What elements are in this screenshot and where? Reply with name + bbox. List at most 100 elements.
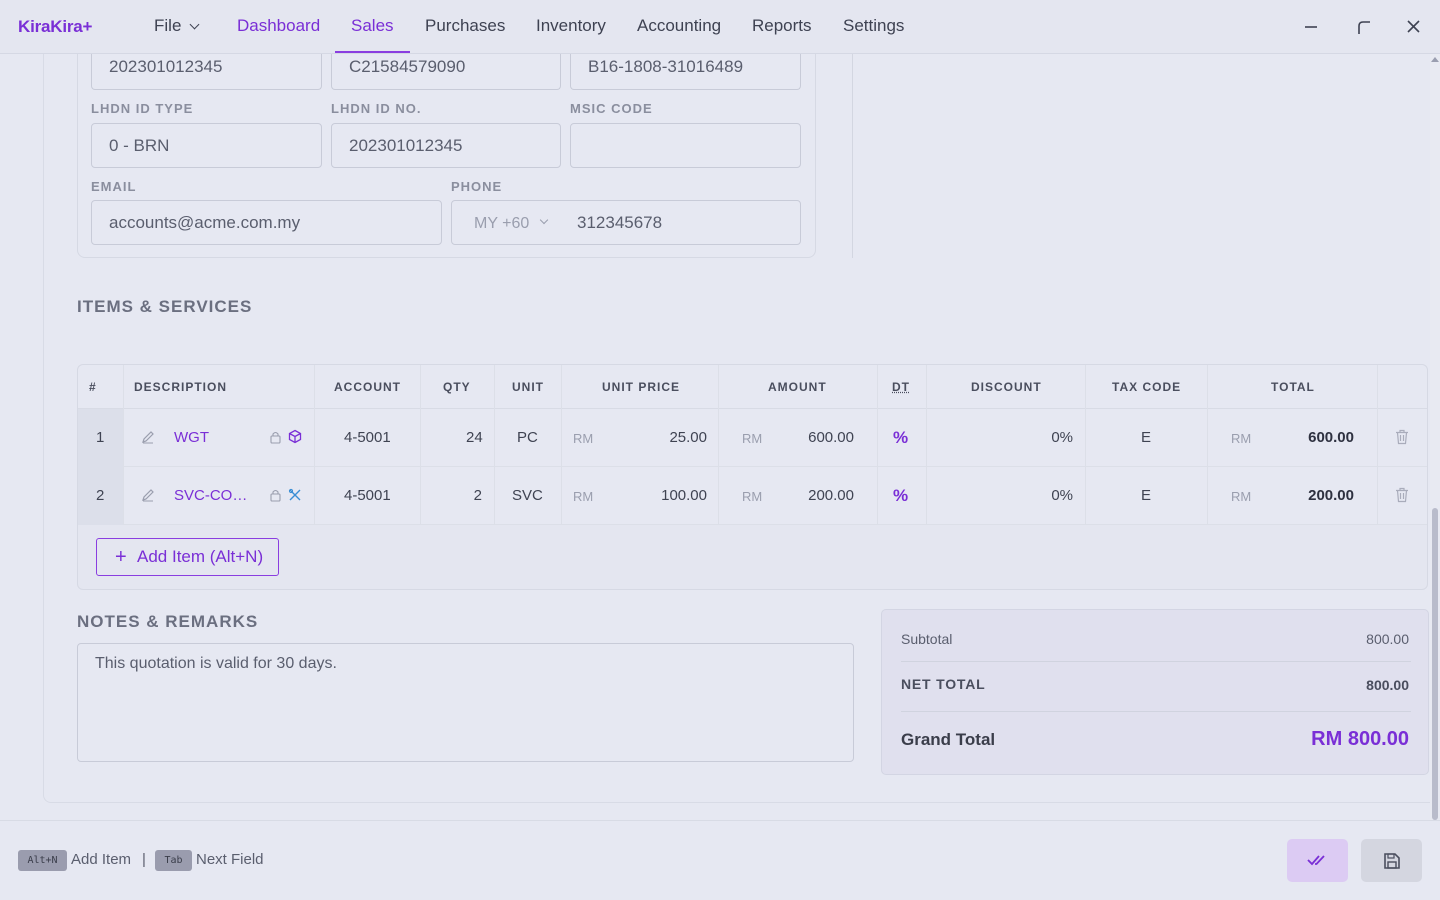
save-button[interactable]: [1361, 839, 1422, 882]
double-check-icon: [1307, 855, 1325, 866]
item-tax-code[interactable]: E: [1141, 487, 1151, 504]
phone-country-select[interactable]: MY +60: [474, 202, 529, 245]
col-header-discount: DISCOUNT: [971, 380, 1042, 394]
shortcut-hint-add-item: Add Item: [71, 851, 132, 868]
tin-field[interactable]: C21584579090: [331, 54, 561, 90]
items-table: # DESCRIPTION ACCOUNT QTY UNIT UNIT PRIC…: [77, 364, 1428, 590]
row-number: 1: [96, 429, 105, 446]
email-field[interactable]: accounts@acme.com.my: [91, 200, 442, 245]
menu-settings[interactable]: Settings: [843, 16, 904, 36]
phone-number-field[interactable]: 312345678: [577, 201, 662, 244]
save-icon: [1384, 853, 1400, 869]
column-divider: [1377, 365, 1378, 525]
minimize-button[interactable]: [1299, 14, 1323, 38]
app-logo: KiraKira+: [18, 17, 93, 36]
chevron-down-icon: [189, 19, 200, 30]
item-account[interactable]: 4-5001: [344, 487, 391, 504]
col-header-unit-price: UNIT PRICE: [602, 380, 681, 394]
package-icon: [288, 429, 302, 444]
lhdn-id-type-select[interactable]: 0 - BRN: [91, 123, 322, 168]
lock-icon: [270, 489, 281, 502]
notes-textarea[interactable]: This quotation is valid for 30 days.: [77, 643, 854, 762]
restore-icon: [1358, 21, 1370, 34]
amount-currency: RM: [742, 489, 763, 504]
notes-section-title: NOTES & REMARKS: [77, 612, 259, 631]
finalize-button[interactable]: [1287, 839, 1348, 882]
menu-file-label: File: [154, 16, 182, 35]
menu-dashboard[interactable]: Dashboard: [237, 16, 320, 36]
table-row[interactable]: 1 WGT 4-5001 24 PC RM 25.00 RM 600.00 % …: [78, 409, 1427, 467]
net-total-label: NET TOTAL: [901, 676, 986, 692]
edit-icon[interactable]: [141, 488, 155, 502]
item-tax-code[interactable]: E: [1141, 429, 1151, 446]
total-currency: RM: [1231, 489, 1252, 504]
edit-icon[interactable]: [141, 430, 155, 444]
col-header-qty: QTY: [443, 380, 471, 394]
lhdn-id-type-label: LHDN ID TYPE: [91, 101, 194, 116]
menu-inventory[interactable]: Inventory: [536, 16, 606, 36]
col-header-num: #: [89, 380, 97, 394]
minimize-icon: [1305, 26, 1317, 28]
item-discount[interactable]: 0%: [1023, 429, 1073, 446]
item-account[interactable]: 4-5001: [344, 429, 391, 446]
sst-field[interactable]: B16-1808-31016489: [570, 54, 801, 90]
item-unit-price[interactable]: 25.00: [638, 429, 707, 446]
trash-icon[interactable]: [1395, 487, 1409, 503]
msic-code-field[interactable]: [570, 123, 801, 168]
item-total: 200.00: [1308, 487, 1354, 504]
amount-currency: RM: [742, 431, 763, 446]
item-unit[interactable]: PC: [517, 429, 538, 446]
column-divider: [494, 365, 495, 525]
column-divider: [420, 365, 421, 525]
discount-type-toggle[interactable]: %: [893, 486, 908, 506]
scrollbar-thumb[interactable]: [1432, 508, 1438, 820]
maximize-button[interactable]: [1352, 14, 1376, 38]
close-button[interactable]: [1402, 14, 1426, 38]
lhdn-id-no-field[interactable]: 202301012345: [331, 123, 561, 168]
item-unit-price[interactable]: 100.00: [638, 487, 707, 504]
menu-file[interactable]: File: [154, 16, 200, 36]
lhdn-id-no-label: LHDN ID NO.: [331, 101, 422, 116]
registration-no-field[interactable]: 202301012345: [91, 54, 322, 90]
column-divider: [1085, 365, 1086, 525]
discount-type-toggle[interactable]: %: [893, 428, 908, 448]
grand-total-label: Grand Total: [901, 730, 996, 749]
subtotal-label: Subtotal: [901, 631, 953, 647]
column-divider: [561, 365, 562, 525]
item-description-link[interactable]: SVC-CO…: [174, 487, 247, 504]
phone-field-group: MY +60 312345678: [451, 200, 801, 245]
item-qty[interactable]: 2: [466, 487, 482, 504]
trash-icon[interactable]: [1395, 429, 1409, 445]
column-divider: [123, 365, 124, 525]
menu-purchases[interactable]: Purchases: [425, 16, 505, 36]
item-description-link[interactable]: WGT: [174, 429, 209, 446]
total-currency: RM: [1231, 431, 1252, 446]
menu-sales[interactable]: Sales: [351, 16, 394, 36]
item-amount: 200.00: [808, 487, 854, 504]
col-header-total: TOTAL: [1271, 380, 1315, 394]
grand-total-value: RM 800.00: [1311, 728, 1409, 750]
col-header-discount-type: DT: [892, 380, 910, 394]
service-tools-icon: [288, 488, 301, 501]
item-qty[interactable]: 24: [466, 429, 483, 446]
table-row[interactable]: 2 SVC-CO… 4-5001 2 SVC RM 100.00 RM 200.…: [78, 467, 1427, 525]
net-total-value: 800.00: [1366, 677, 1409, 693]
top-menu-bar: KiraKira+ File Dashboard Sales Purchases…: [0, 0, 1440, 54]
active-menu-indicator: [335, 51, 410, 53]
col-header-description: DESCRIPTION: [134, 380, 228, 394]
item-unit[interactable]: SVC: [512, 487, 543, 504]
shortcut-key-alt-n: Alt+N: [18, 850, 67, 871]
menu-reports[interactable]: Reports: [752, 16, 812, 36]
column-divider: [1207, 365, 1208, 525]
column-divider: [926, 365, 927, 525]
col-header-account: ACCOUNT: [334, 380, 401, 394]
items-section-title: ITEMS & SERVICES: [77, 297, 253, 316]
msic-code-label: MSIC CODE: [570, 101, 653, 116]
row-number: 2: [96, 487, 105, 504]
divider: [901, 661, 1411, 662]
scroll-up-icon[interactable]: [1431, 57, 1439, 62]
menu-accounting[interactable]: Accounting: [637, 16, 721, 36]
item-discount[interactable]: 0%: [1023, 487, 1073, 504]
phone-label: PHONE: [451, 179, 503, 194]
item-total: 600.00: [1308, 429, 1354, 446]
